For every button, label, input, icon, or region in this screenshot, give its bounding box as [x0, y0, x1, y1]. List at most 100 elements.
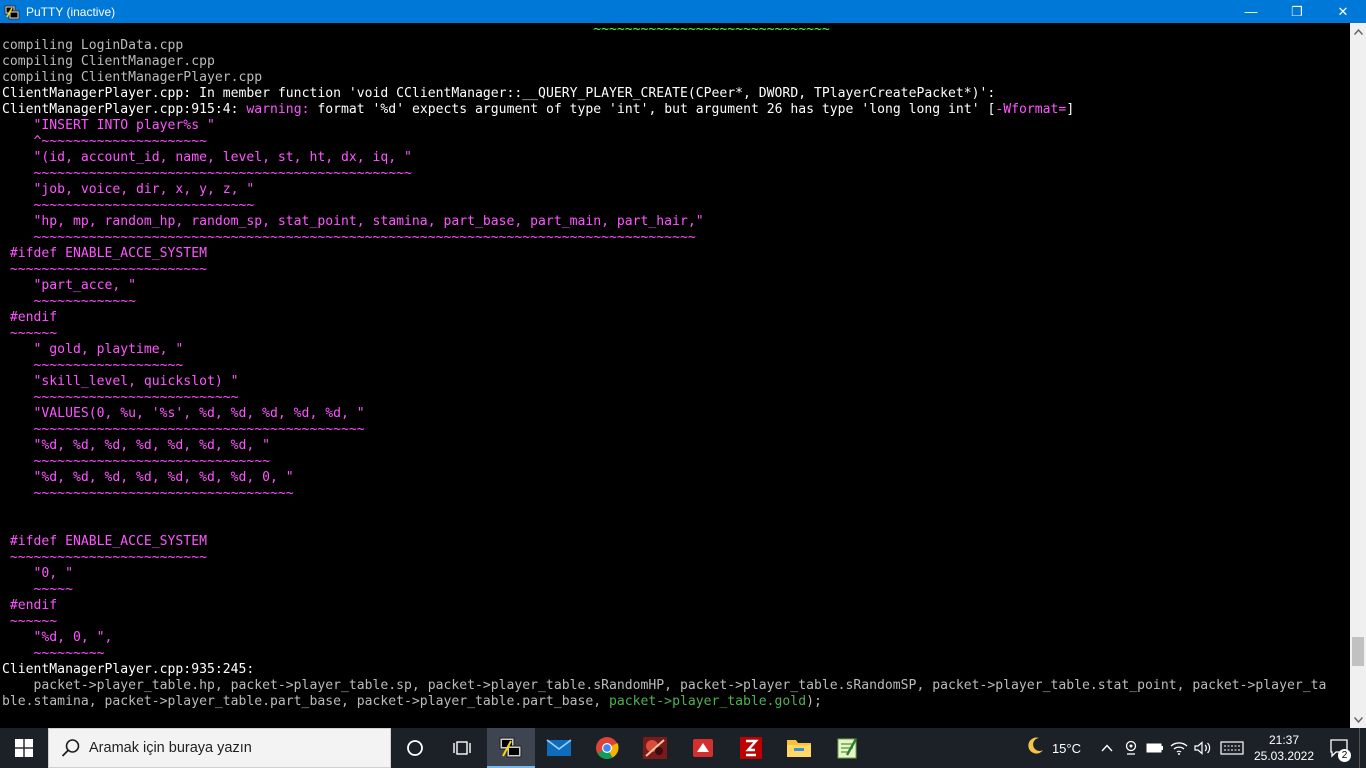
close-button[interactable]: ✕	[1320, 0, 1366, 23]
terminal-text: ClientManagerPlayer.cpp:	[2, 86, 192, 101]
terminal-text: " gold, playtime, "	[2, 342, 184, 357]
terminal-text: ~~~~~~~~~	[2, 646, 105, 661]
show-desktop-button[interactable]	[1359, 728, 1366, 768]
terminal-text: "%d, %d, %d, %d, %d, %d, %d, "	[2, 438, 271, 453]
close-icon: ✕	[1337, 3, 1349, 19]
search-placeholder: Aramak için buraya yazın	[89, 740, 252, 756]
task-view-button[interactable]	[439, 728, 487, 768]
weather-icon[interactable]	[1024, 735, 1046, 762]
system-tray: 15°C 21:37 25.03.2022 2	[1024, 728, 1366, 768]
terminal-line: ^~~~~~~~~~~~~~~~~~~~~~	[2, 134, 1326, 150]
terminal-text: long long int	[869, 102, 972, 117]
terminal-line: ~~~~~~~~~~~~~~~~~~~~~~~~~	[2, 262, 1326, 278]
minimize-icon: —	[1244, 4, 1258, 19]
terminal-line: ~~~~~~	[2, 326, 1326, 342]
taskbar-app-game[interactable]	[631, 728, 679, 768]
scroll-down-button[interactable]	[1350, 711, 1366, 728]
window-title: PuTTY (inactive)	[26, 4, 116, 19]
webcam-icon[interactable]	[1119, 728, 1143, 768]
terminal-line: ClientManagerPlayer.cpp:935:245:	[2, 662, 1326, 678]
taskbar-app-filezilla[interactable]	[727, 728, 775, 768]
terminal-line: ~~~~~~~~~~~~~~~~~~~~~~~~~~~~~~~~~~~~~~~~…	[2, 422, 1326, 438]
terminal-line: ~~~~~~~~~~~~~~~~~~~~~~~~~~~~~~~~~~~~~~~~…	[2, 230, 1326, 246]
terminal-line: ~~~~~~~~~~~~~	[2, 294, 1326, 310]
keyboard-icon[interactable]	[1215, 728, 1249, 768]
terminal-text: %d	[380, 102, 397, 117]
terminal-line: ble.stamina, packet->player_table.part_b…	[2, 694, 1326, 710]
terminal-line: #endif	[2, 310, 1326, 326]
taskbar-app-putty[interactable]	[487, 728, 535, 768]
terminal-text: ~~~~~	[2, 582, 73, 597]
taskbar-search-box[interactable]: Aramak için buraya yazın	[48, 728, 391, 768]
terminal-text: #endif	[2, 310, 58, 325]
terminal-text: ~~~~~~~~~~~~~~~~~~~~~~~~~	[2, 262, 207, 277]
terminal-text: warning:	[246, 102, 318, 117]
terminal-text: ~~~~~~	[2, 326, 58, 341]
terminal-text: ' [	[971, 102, 996, 117]
clock-date: 25.03.2022	[1253, 749, 1315, 763]
terminal-scrollbar[interactable]	[1350, 23, 1366, 728]
scroll-up-button[interactable]	[1350, 23, 1366, 40]
window-titlebar[interactable]: PuTTY (inactive) — ❐ ✕	[0, 0, 1366, 23]
terminal-line: ~~~~~~~~~~~~~~~~~~~~~~~~~~~~~~	[2, 454, 1326, 470]
taskbar-app-notepad-plus[interactable]	[823, 728, 871, 768]
maximize-button[interactable]: ❐	[1274, 0, 1320, 23]
terminal-line: ~~~~~~~~~~~~~~~~~~~~~~~~~~~~	[2, 198, 1326, 214]
tray-chevron-up-icon[interactable]	[1095, 728, 1119, 768]
restore-icon: ❐	[1291, 3, 1303, 19]
terminal-text: "job, voice, dir, x, y, z, "	[2, 182, 255, 197]
system-clock[interactable]: 21:37 25.03.2022	[1249, 732, 1319, 764]
scrollbar-thumb[interactable]	[1352, 637, 1364, 667]
notification-count-badge: 2	[1338, 749, 1351, 762]
terminal-line: ~~~~~~~~~~~~~~~~~~~~~~~~~~~~~~~~~~~~~~~~…	[2, 166, 1326, 182]
terminal-line: #ifdef ENABLE_ACCE_SYSTEM	[2, 246, 1326, 262]
terminal-line: ~~~~~~~~~~~~~~~~~~~~~~~~~~	[2, 390, 1326, 406]
taskbar-app-mail[interactable]	[535, 728, 583, 768]
terminal-lines: ~~~~~~~~~~~~~~~~~~~~~~~~~~~~~~ compiling …	[2, 23, 1326, 710]
cortana-button[interactable]	[391, 728, 439, 768]
terminal-text: int	[616, 102, 641, 117]
terminal-line: compiling ClientManagerPlayer.cpp	[2, 70, 1326, 86]
terminal-line: "hp, mp, random_hp, random_sp, stat_poin…	[2, 214, 1326, 230]
taskbar-app-chrome[interactable]	[583, 728, 631, 768]
start-button[interactable]	[0, 728, 48, 768]
terminal-line: ~~~~~~~~~~~~~~~~~~~	[2, 358, 1326, 374]
terminal-text: );	[806, 694, 822, 709]
terminal-line: ClientManagerPlayer.cpp: In member funct…	[2, 86, 1326, 102]
volume-icon[interactable]	[1191, 728, 1215, 768]
folder-icon	[787, 740, 811, 757]
taskbar-app-pdf-reader[interactable]	[679, 728, 727, 768]
minimize-button[interactable]: —	[1228, 0, 1274, 23]
terminal-text: #ifdef ENABLE_ACCE_SYSTEM	[2, 246, 207, 261]
terminal-text: -Wformat=	[995, 102, 1067, 117]
terminal-line: "INSERT INTO player%s "	[2, 118, 1326, 134]
cortana-icon	[407, 740, 423, 756]
terminal-line: ClientManagerPlayer.cpp:915:4: warning: …	[2, 102, 1326, 118]
terminal-text: ~~~~~~~~~~~~~~~~~~~~~~~~~~~~~~~~~~~~~~~~…	[2, 166, 412, 181]
terminal-line: ~~~~~~~~~~~~~~~~~~~~~~~~~~~~~~	[2, 23, 1326, 38]
terminal-text: ClientManagerPlayer.cpp:915:4:	[2, 102, 247, 117]
terminal-text: "%d, %d, %d, %d, %d, %d, %d, 0, "	[2, 470, 294, 485]
terminal-text: ~~~~~~	[2, 614, 58, 629]
terminal-text: "INSERT INTO player%s "	[2, 118, 215, 133]
taskbar-app-file-explorer[interactable]	[775, 728, 823, 768]
terminal-line: ~~~~~~~~~	[2, 646, 1326, 662]
notification-center-button[interactable]: 2	[1319, 728, 1359, 768]
terminal-line: ~~~~~~	[2, 614, 1326, 630]
wifi-icon[interactable]	[1167, 728, 1191, 768]
terminal-text: "0, "	[2, 566, 73, 581]
terminal-text: ~~~~~~~~~~~~~~~~~~~~~~~~~~~~	[2, 198, 255, 213]
terminal-output[interactable]: ~~~~~~~~~~~~~~~~~~~~~~~~~~~~~~ compiling …	[0, 23, 1350, 728]
terminal-text: In member function 'void CClientManager:…	[191, 86, 996, 101]
chrome-icon	[596, 737, 619, 759]
terminal-text: ~~~~~~~~~~~~~~~~~~~~~~~~~~~~~~	[2, 454, 271, 469]
terminal-text: "hp, mp, random_hp, random_sp, stat_poin…	[2, 214, 704, 229]
terminal-text: ~~~~~~~~~~~~~~~~~~~~~~~~~~~~~~~~~~~~~~~~…	[2, 230, 696, 245]
notepad-plus-icon	[837, 738, 858, 759]
terminal-line: "0, "	[2, 566, 1326, 582]
weather-temperature[interactable]: 15°C	[1052, 741, 1081, 756]
terminal-line: compiling LoginData.cpp	[2, 38, 1326, 54]
battery-icon[interactable]	[1143, 728, 1167, 768]
terminal-line: "VALUES(0, %u, '%s', %d, %d, %d, %d, %d,…	[2, 406, 1326, 422]
